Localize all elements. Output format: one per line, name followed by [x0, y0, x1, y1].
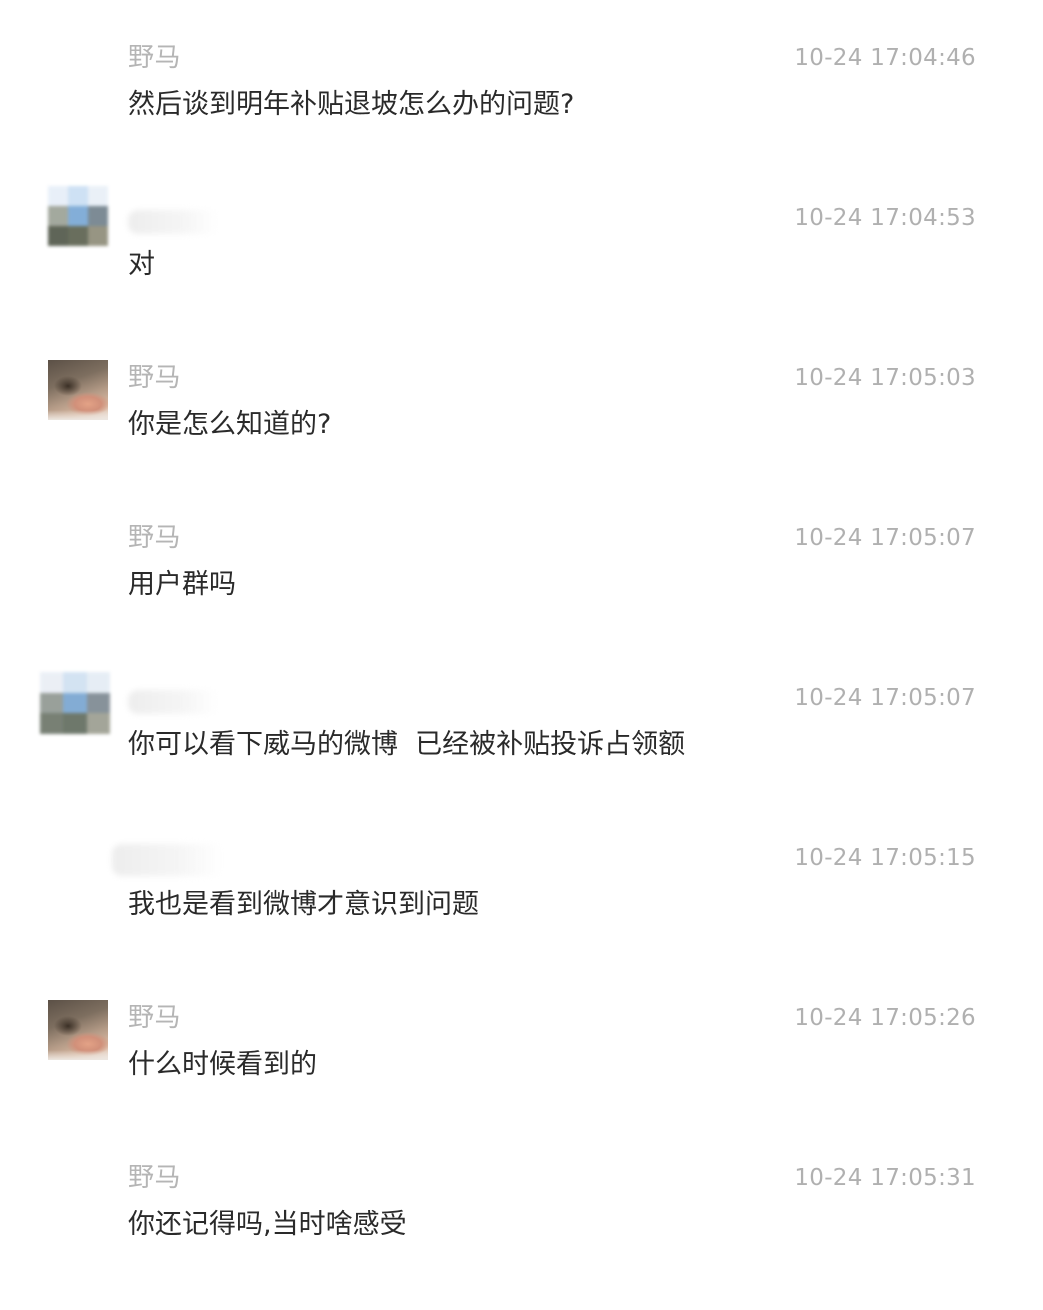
message-timestamp: 10-24 17:05:31 [794, 1165, 976, 1191]
message-item: 野马 然后谈到明年补贴退坡怎么办的问题? 10-24 17:04:46 [0, 40, 1043, 190]
message-timestamp: 10-24 17:05:07 [794, 685, 976, 711]
message-text: 你还记得吗,当时啥感受 [128, 1209, 407, 1240]
message-item: 对 10-24 17:04:53 [0, 186, 1043, 350]
message-timestamp: 10-24 17:04:46 [794, 45, 976, 71]
message-text: 我也是看到微博才意识到问题 [128, 889, 479, 920]
message-text: 你是怎么知道的? [128, 409, 332, 440]
message-item: 我也是看到微博才意识到问题 10-24 17:05:15 [0, 840, 1043, 990]
sender-name: 野马 [128, 363, 182, 393]
message-timestamp: 10-24 17:05:15 [794, 845, 976, 871]
avatar[interactable] [48, 360, 108, 420]
sender-name [112, 844, 222, 876]
sender-name: 野马 [128, 43, 182, 73]
sender-name: 野马 [128, 523, 182, 553]
message-text: 然后谈到明年补贴退坡怎么办的问题? [128, 89, 575, 120]
chat-log: 野马 然后谈到明年补贴退坡怎么办的问题? 10-24 17:04:46 对 10… [0, 0, 1043, 1299]
avatar [48, 1160, 108, 1220]
avatar [48, 520, 108, 580]
message-text: 你可以看下威马的微博 已经被补贴投诉占领额 [128, 729, 686, 760]
sender-name: 野马 [128, 1163, 182, 1193]
message-text: 对 [128, 249, 155, 280]
message-item: 你可以看下威马的微博 已经被补贴投诉占领额 10-24 17:05:07 [0, 672, 1043, 830]
message-item: 野马 你还记得吗,当时啥感受 10-24 17:05:31 [0, 1160, 1043, 1310]
message-text: 用户群吗 [128, 569, 236, 600]
message-timestamp: 10-24 17:05:07 [794, 525, 976, 551]
message-item: 野马 用户群吗 10-24 17:05:07 [0, 520, 1043, 670]
message-item: 野马 你是怎么知道的? 10-24 17:05:03 [0, 360, 1043, 510]
sender-name: 野马 [128, 1003, 182, 1033]
avatar[interactable] [40, 672, 110, 734]
message-timestamp: 10-24 17:05:26 [794, 1005, 976, 1031]
avatar [48, 40, 108, 100]
avatar[interactable] [48, 186, 108, 246]
message-timestamp: 10-24 17:04:53 [794, 205, 976, 231]
message-text: 什么时候看到的 [128, 1049, 317, 1080]
sender-name [128, 690, 218, 714]
message-timestamp: 10-24 17:05:03 [794, 365, 976, 391]
avatar [48, 840, 108, 900]
message-item: 野马 什么时候看到的 10-24 17:05:26 [0, 1000, 1043, 1150]
avatar[interactable] [48, 1000, 108, 1060]
sender-name [128, 210, 218, 234]
